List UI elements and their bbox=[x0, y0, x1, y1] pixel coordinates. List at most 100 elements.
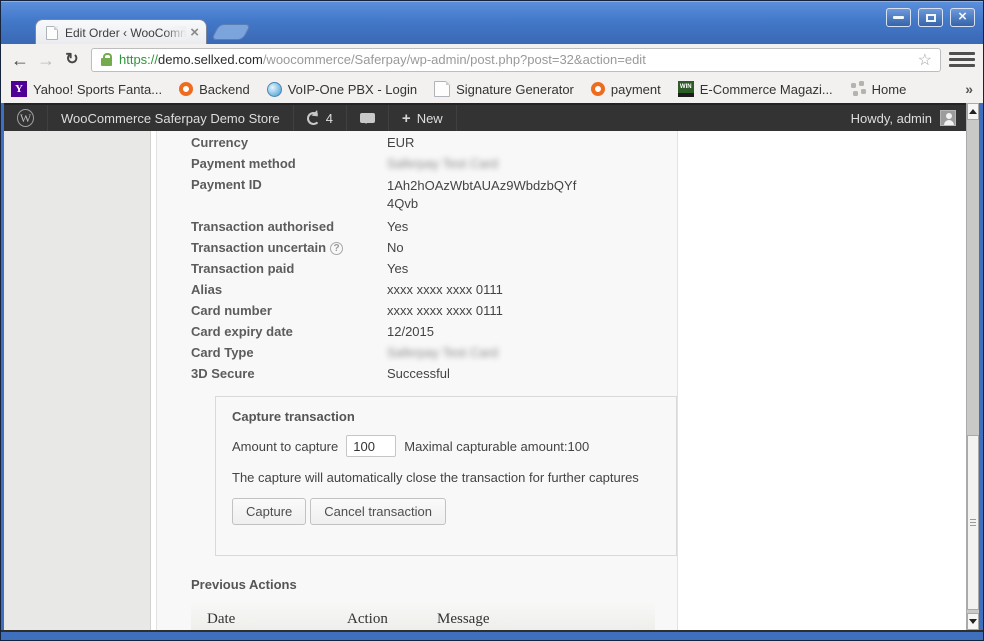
bookmarks-overflow-icon[interactable]: » bbox=[965, 81, 973, 97]
updates-icon bbox=[307, 112, 320, 125]
bookmark-backend[interactable]: Backend bbox=[179, 82, 250, 97]
payment-detail-row: Card expiry date12/2015 bbox=[191, 321, 677, 342]
scroll-up-icon bbox=[969, 105, 977, 114]
amount-to-capture-input[interactable] bbox=[346, 435, 396, 457]
close-button[interactable]: × bbox=[950, 8, 975, 27]
bookmark-e-commerce-magazi[interactable]: WIN E-Commerce Magazi... bbox=[678, 81, 833, 97]
bookmarks-bar: YYahoo! Sports Fanta... Backend VoIP-One P… bbox=[1, 75, 983, 103]
previous-actions-title: Previous Actions bbox=[191, 577, 677, 592]
minimize-button[interactable] bbox=[886, 8, 911, 27]
payment-detail-row: Transaction paidYes bbox=[191, 258, 677, 279]
payment-detail-row: Card numberxxxx xxxx xxxx 0111 bbox=[191, 300, 677, 321]
scroll-up-button[interactable] bbox=[967, 103, 979, 120]
address-bar[interactable]: https://demo.sellxed.com/woocommerce/Saf… bbox=[91, 48, 941, 72]
bookmark-label: Yahoo! Sports Fanta... bbox=[33, 82, 162, 97]
detail-value: EUR bbox=[387, 135, 414, 150]
detail-label: 3D Secure bbox=[191, 366, 387, 381]
detail-value: Saferpay Test Card bbox=[387, 156, 498, 171]
magento-icon bbox=[591, 82, 605, 96]
detail-label: Alias bbox=[191, 282, 387, 297]
capture-section-title: Capture transaction bbox=[232, 409, 660, 424]
comments-menu[interactable] bbox=[347, 105, 389, 131]
magento-icon bbox=[179, 82, 193, 96]
detail-label: Card expiry date bbox=[191, 324, 387, 339]
new-tab-button[interactable] bbox=[211, 24, 252, 40]
reload-button[interactable]: ↻ bbox=[59, 47, 85, 73]
page-left-margin bbox=[4, 131, 151, 630]
maximize-button[interactable] bbox=[918, 8, 943, 27]
url-text: https://demo.sellxed.com/woocommerce/Saf… bbox=[119, 52, 912, 67]
dots-icon bbox=[850, 81, 866, 97]
bookmark-signature-generator[interactable]: Signature Generator bbox=[434, 81, 574, 97]
scroll-down-button[interactable] bbox=[967, 613, 979, 630]
browser-tab[interactable]: Edit Order ‹ WooCommerc × bbox=[35, 19, 207, 45]
detail-value: No bbox=[387, 240, 404, 255]
capture-transaction-section: Capture transaction Amount to capture Ma… bbox=[215, 396, 677, 556]
bookmark-home[interactable]: Home bbox=[850, 81, 907, 97]
max-capturable-label: Maximal capturable amount:100 bbox=[404, 439, 589, 454]
detail-label: Card Type bbox=[191, 345, 387, 360]
cancel-transaction-button[interactable]: Cancel transaction bbox=[310, 498, 446, 525]
menu-icon[interactable] bbox=[949, 50, 975, 70]
minimize-icon bbox=[893, 16, 904, 19]
win-icon: WIN bbox=[678, 81, 694, 97]
bookmark-yahoo-sports-fanta[interactable]: YYahoo! Sports Fanta... bbox=[11, 81, 162, 97]
bookmark-payment[interactable]: payment bbox=[591, 82, 661, 97]
comment-bubble-icon bbox=[360, 113, 375, 123]
back-button[interactable]: ← bbox=[7, 47, 33, 73]
wp-admin-bar: W WooCommerce Saferpay Demo Store 4 +New… bbox=[4, 103, 966, 131]
payment-details-table: CurrencyEUR Payment methodSaferpay Test C… bbox=[191, 132, 677, 384]
column-header-action: Action bbox=[331, 602, 421, 630]
detail-label: Transaction paid bbox=[191, 261, 387, 276]
detail-value: xxxx xxxx xxxx 0111 bbox=[387, 282, 503, 297]
capture-note: The capture will automatically close the… bbox=[232, 470, 660, 485]
forward-button[interactable]: → bbox=[33, 47, 59, 73]
tab-close-icon[interactable]: × bbox=[190, 25, 199, 40]
payment-detail-row: Payment ID1Ah2hOAzWbtAUAz9WbdzbQYf4Qvb bbox=[191, 174, 677, 216]
https-lock-icon[interactable] bbox=[101, 58, 112, 66]
detail-value: 12/2015 bbox=[387, 324, 434, 339]
wordpress-logo-icon[interactable]: W bbox=[4, 105, 48, 131]
help-icon[interactable]: ? bbox=[330, 242, 343, 255]
bookmark-label: E-Commerce Magazi... bbox=[700, 82, 833, 97]
previous-actions-table: DateActionMessage bbox=[191, 602, 655, 630]
detail-value: Successful bbox=[387, 366, 450, 381]
detail-value: Saferpay Test Card bbox=[387, 345, 498, 360]
bookmark-voip-one-pbx-login[interactable]: VoIP-One PBX - Login bbox=[267, 82, 417, 97]
amount-to-capture-label: Amount to capture bbox=[232, 439, 338, 454]
updates-menu[interactable]: 4 bbox=[294, 105, 347, 131]
scrollbar-grip bbox=[970, 519, 976, 528]
page-icon bbox=[434, 81, 450, 97]
browser-toolbar: ← → ↻ https://demo.sellxed.com/woocommer… bbox=[1, 44, 983, 75]
bookmark-label: VoIP-One PBX - Login bbox=[288, 82, 417, 97]
payment-details-panel: CurrencyEUR Payment methodSaferpay Test C… bbox=[156, 131, 678, 630]
bookmark-star-icon[interactable]: ☆ bbox=[918, 50, 932, 70]
scroll-down-icon bbox=[969, 619, 977, 628]
scrollbar-thumb[interactable] bbox=[967, 435, 979, 610]
detail-label: Payment ID bbox=[191, 177, 387, 213]
account-menu[interactable]: Howdy, admin bbox=[841, 105, 966, 131]
avatar bbox=[940, 110, 956, 126]
page-scrollbar[interactable] bbox=[966, 103, 979, 630]
column-header-date: Date bbox=[191, 602, 331, 630]
favicon-page-icon bbox=[46, 26, 58, 40]
close-icon: × bbox=[958, 9, 967, 24]
bookmark-label: Signature Generator bbox=[456, 82, 574, 97]
payment-detail-row: 3D SecureSuccessful bbox=[191, 363, 677, 384]
payment-detail-row: Payment methodSaferpay Test Card bbox=[191, 153, 677, 174]
payment-detail-row: Card TypeSaferpay Test Card bbox=[191, 342, 677, 363]
voip-icon bbox=[267, 82, 282, 97]
payment-detail-row: Transaction authorisedYes bbox=[191, 216, 677, 237]
bookmark-label: Backend bbox=[199, 82, 250, 97]
site-name-menu[interactable]: WooCommerce Saferpay Demo Store bbox=[48, 105, 294, 131]
maximize-icon bbox=[926, 14, 936, 22]
detail-label: Card number bbox=[191, 303, 387, 318]
new-content-menu[interactable]: +New bbox=[389, 105, 457, 131]
detail-label: Transaction uncertain? bbox=[191, 240, 387, 255]
capture-button[interactable]: Capture bbox=[232, 498, 306, 525]
howdy-text: Howdy, admin bbox=[851, 111, 932, 126]
detail-label: Currency bbox=[191, 135, 387, 150]
titlebar: Edit Order ‹ WooCommerc × × bbox=[1, 1, 983, 44]
detail-value: 1Ah2hOAzWbtAUAz9WbdzbQYf4Qvb bbox=[387, 177, 579, 213]
payment-detail-row: Aliasxxxx xxxx xxxx 0111 bbox=[191, 279, 677, 300]
